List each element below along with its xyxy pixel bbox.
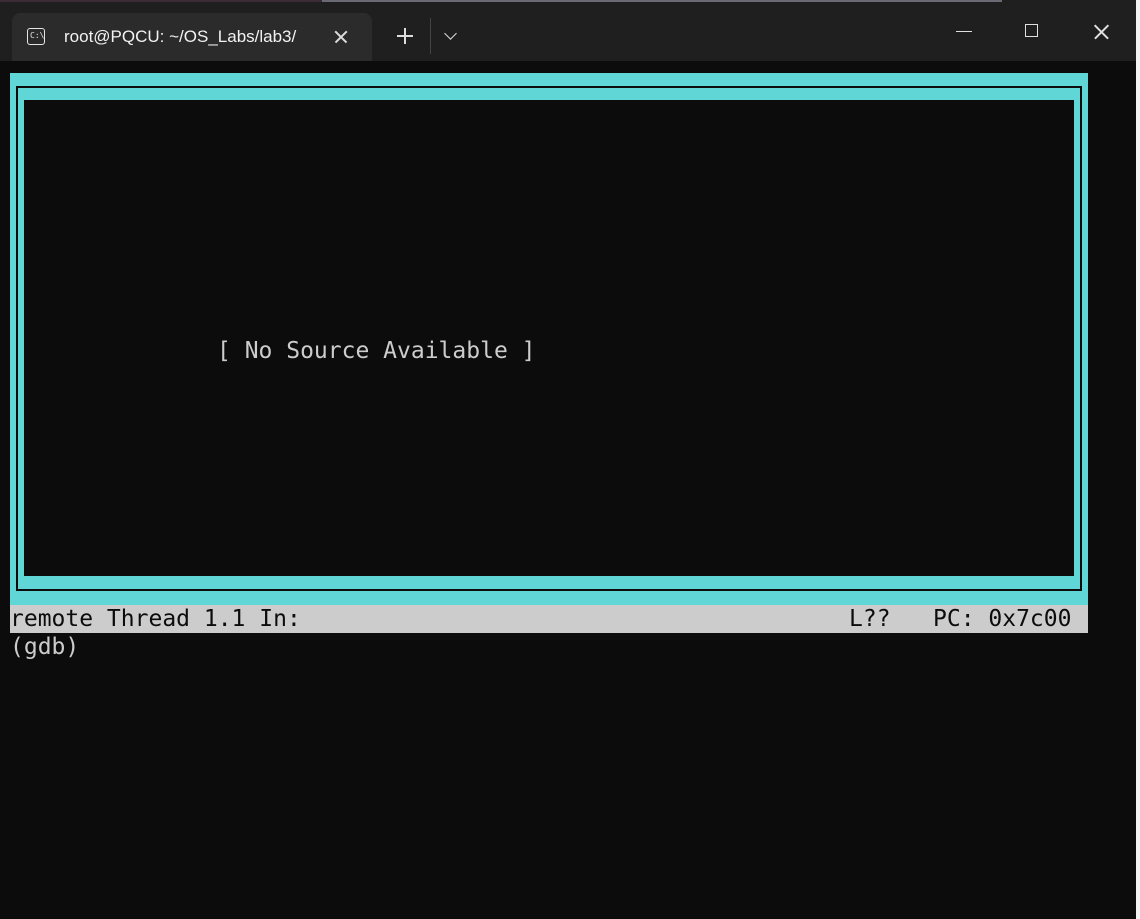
status-line-number: L?? [849, 606, 891, 632]
no-source-message: [ No Source Available ] [217, 338, 536, 364]
tab-terminal[interactable]: C:\ root@PQCU: ~/OS_Labs/lab3/ [12, 13, 372, 61]
chevron-down-icon[interactable] [440, 26, 462, 46]
desktop-background-strip [322, 0, 1002, 2]
minimize-button[interactable] [930, 0, 998, 61]
status-bar: remote Thread 1.1 In: L?? PC: 0x7c00 [10, 605, 1088, 633]
close-tab-icon[interactable] [330, 26, 352, 48]
source-window: [ No Source Available ] [10, 73, 1088, 605]
maximize-button[interactable] [998, 0, 1066, 61]
close-window-button[interactable] [1066, 0, 1134, 61]
status-thread: remote Thread 1.1 In: [10, 606, 301, 632]
new-tab-button[interactable] [393, 24, 417, 48]
tab-title: root@PQCU: ~/OS_Labs/lab3/ [64, 27, 297, 46]
source-window-content: [ No Source Available ] [24, 100, 1074, 576]
divider [430, 18, 431, 54]
desktop-background-strip [0, 0, 322, 2]
background-window-edge [1136, 0, 1140, 919]
terminal-area[interactable]: [ No Source Available ] remote Thread 1.… [0, 61, 1136, 919]
terminal-icon: C:\ [27, 28, 45, 45]
gdb-prompt[interactable]: (gdb) [10, 633, 79, 661]
status-pc: PC: 0x7c00 [933, 606, 1072, 632]
title-bar: C:\ root@PQCU: ~/OS_Labs/lab3/ [0, 0, 1136, 61]
